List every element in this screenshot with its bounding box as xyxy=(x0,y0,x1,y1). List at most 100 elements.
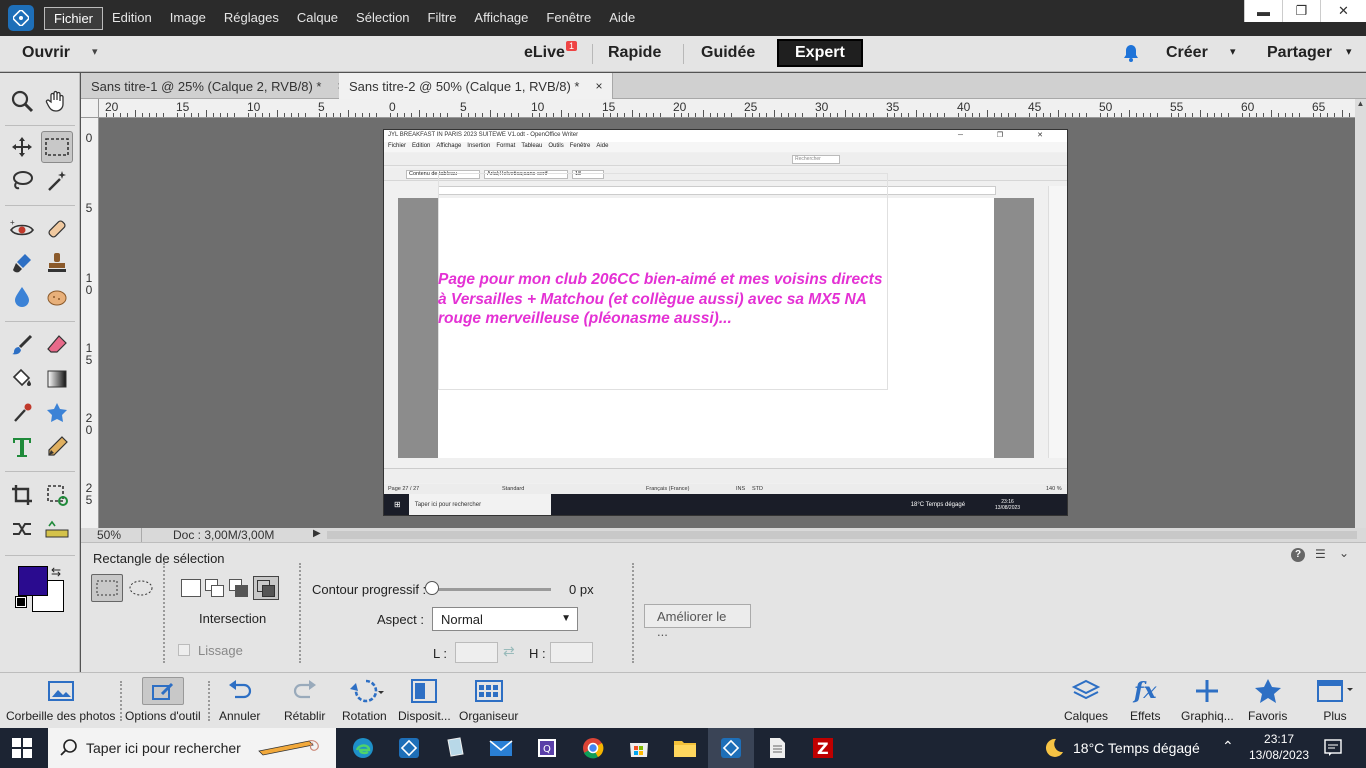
subtract-selection-icon[interactable] xyxy=(229,579,249,597)
rectangle-marquee-option[interactable] xyxy=(91,574,123,602)
lasso-tool-icon[interactable] xyxy=(6,165,38,197)
taskbar-writer-icon[interactable] xyxy=(754,728,800,768)
taskbar-photoshop-elements-icon[interactable] xyxy=(708,728,754,768)
new-selection-icon[interactable] xyxy=(181,579,201,597)
windows-start-icon[interactable] xyxy=(12,738,32,761)
mode-expert[interactable]: Expert xyxy=(777,39,863,67)
mode-elive[interactable]: eLive xyxy=(524,44,565,62)
clone-stamp-tool-icon[interactable] xyxy=(41,247,73,279)
document-tab-active[interactable]: Sans titre-2 @ 50% (Calque 1, RVB/8) * × xyxy=(339,73,614,99)
menu-reglages[interactable]: Réglages xyxy=(215,7,288,30)
vertical-ruler[interactable]: 0 5 10 15 20 25 xyxy=(81,118,99,528)
app-logo-icon[interactable] xyxy=(8,5,34,31)
create-dropdown-icon[interactable]: ▾ xyxy=(1230,45,1236,58)
straighten-tool-icon[interactable] xyxy=(41,513,73,545)
taskbar-search-box[interactable]: Taper ici pour rechercher xyxy=(48,728,336,768)
swap-dimensions-icon[interactable]: ⇄ xyxy=(503,643,515,660)
smart-brush-tool-icon[interactable] xyxy=(6,247,38,279)
text-tool-icon[interactable] xyxy=(6,431,38,463)
swap-colors-icon[interactable]: ⇆ xyxy=(51,565,61,579)
move-tool-icon[interactable] xyxy=(6,131,38,163)
undo-button[interactable]: Annuler xyxy=(219,677,260,723)
weather-moon-icon[interactable] xyxy=(1042,737,1064,762)
share-dropdown-icon[interactable]: ▾ xyxy=(1346,45,1352,58)
writer-search-box[interactable]: Rechercher xyxy=(792,155,840,164)
crop-tool-icon[interactable] xyxy=(6,479,38,511)
menu-edition[interactable]: Edition xyxy=(103,7,161,30)
taskbar-filezilla-icon[interactable]: Z xyxy=(800,728,846,768)
width-input[interactable] xyxy=(455,642,498,663)
mode-guidee[interactable]: Guidée xyxy=(701,44,755,62)
canvas-vertical-scrollbar[interactable]: ▲ xyxy=(1355,99,1366,528)
organizer-button[interactable]: Organiseur xyxy=(459,677,518,723)
zoom-level[interactable]: 50% xyxy=(97,528,121,542)
close-window-button[interactable]: ✕ xyxy=(1320,0,1366,22)
height-input[interactable] xyxy=(550,642,593,663)
foreground-color-swatch[interactable] xyxy=(18,566,48,596)
default-colors-icon[interactable] xyxy=(15,596,27,608)
elliptical-marquee-option[interactable] xyxy=(127,576,155,600)
menu-aide[interactable]: Aide xyxy=(600,7,644,30)
show-hidden-icons-icon[interactable]: ⌃ xyxy=(1222,738,1234,755)
restore-button[interactable]: ❐ xyxy=(1282,0,1320,22)
taskbar-edge-icon[interactable] xyxy=(340,728,386,768)
photo-bin-button[interactable]: Corbeille des photos xyxy=(6,677,115,723)
taskbar-mail-icon[interactable] xyxy=(478,728,524,768)
layout-button[interactable]: Disposit... xyxy=(398,677,451,723)
graphics-button[interactable]: Graphiq... xyxy=(1181,677,1234,723)
zoom-tool-icon[interactable] xyxy=(6,85,38,117)
minimize-button[interactable]: ▬ xyxy=(1244,0,1282,22)
menu-image[interactable]: Image xyxy=(161,7,215,30)
taskbar-clock[interactable]: 23:17 13/08/2023 xyxy=(1249,731,1309,763)
help-icon[interactable]: ? xyxy=(1291,548,1305,562)
spot-healing-tool-icon[interactable] xyxy=(41,213,73,245)
redo-button[interactable]: Rétablir xyxy=(284,677,325,723)
collapse-panel-icon[interactable]: ⌄ xyxy=(1339,546,1349,560)
rectangle-marquee-tool-icon[interactable] xyxy=(41,131,73,163)
custom-shape-tool-icon[interactable] xyxy=(41,397,73,429)
status-menu-arrow-icon[interactable]: ▶ xyxy=(313,528,321,539)
horizontal-scrollbar[interactable] xyxy=(327,531,1357,539)
paint-bucket-tool-icon[interactable] xyxy=(6,363,38,395)
effects-button[interactable]: fx Effets xyxy=(1130,677,1160,723)
mode-rapide[interactable]: Rapide xyxy=(608,44,661,62)
taskbar-elements-organizer-icon[interactable] xyxy=(386,728,432,768)
notification-bell-icon[interactable] xyxy=(1122,43,1140,66)
share-button[interactable]: Partager xyxy=(1267,44,1332,62)
taskbar-file-explorer-icon[interactable] xyxy=(662,728,708,768)
red-eye-tool-icon[interactable]: + xyxy=(6,213,38,245)
horizontal-ruler[interactable]: 20 15 10 5 0 5 10 15 20 25 30 35 40 45 50 55 60 65 xyxy=(99,99,1355,118)
taskbar-notes-icon[interactable] xyxy=(432,728,478,768)
blur-tool-icon[interactable] xyxy=(6,281,38,313)
feather-slider-thumb[interactable] xyxy=(425,581,439,595)
close-tab-icon[interactable]: × xyxy=(595,79,602,93)
notification-center-icon[interactable] xyxy=(1324,739,1342,760)
document-image[interactable]: JYL BREAKFAST IN PARIS 2023 SUITEWE V1.o… xyxy=(384,130,1067,515)
smooth-checkbox[interactable] xyxy=(178,644,190,656)
favorites-button[interactable]: Favoris xyxy=(1248,677,1287,723)
eraser-tool-icon[interactable] xyxy=(41,329,73,361)
brush-tool-icon[interactable] xyxy=(6,329,38,361)
gradient-tool-icon[interactable] xyxy=(41,363,73,395)
sponge-tool-icon[interactable] xyxy=(41,281,73,313)
hand-tool-icon[interactable] xyxy=(41,85,73,117)
create-button[interactable]: Créer xyxy=(1166,44,1208,62)
menu-fichier[interactable]: Fichier xyxy=(44,6,104,30)
menu-filtre[interactable]: Filtre xyxy=(419,7,466,30)
open-dropdown-icon[interactable]: ▾ xyxy=(92,45,98,58)
menu-calque[interactable]: Calque xyxy=(288,7,347,30)
feather-slider-track[interactable] xyxy=(431,588,551,591)
aspect-select[interactable]: Normal ▼ xyxy=(432,607,578,631)
refine-edge-button[interactable]: Améliorer le ... xyxy=(644,604,751,639)
tool-options-button[interactable]: Options d'outil xyxy=(125,677,201,723)
taskbar-publisher-icon[interactable]: Q xyxy=(524,728,570,768)
taskbar-weather[interactable]: 18°C Temps dégagé xyxy=(1073,740,1200,756)
recompose-tool-icon[interactable] xyxy=(41,479,73,511)
menu-selection[interactable]: Sélection xyxy=(347,7,418,30)
rotate-button[interactable]: Rotation xyxy=(342,677,387,723)
pencil-tool-icon[interactable] xyxy=(41,431,73,463)
taskbar-store-icon[interactable] xyxy=(616,728,662,768)
layers-button[interactable]: Calques xyxy=(1064,677,1108,723)
panel-menu-icon[interactable]: ☰ xyxy=(1315,547,1326,561)
open-button[interactable]: Ouvrir xyxy=(22,44,70,62)
